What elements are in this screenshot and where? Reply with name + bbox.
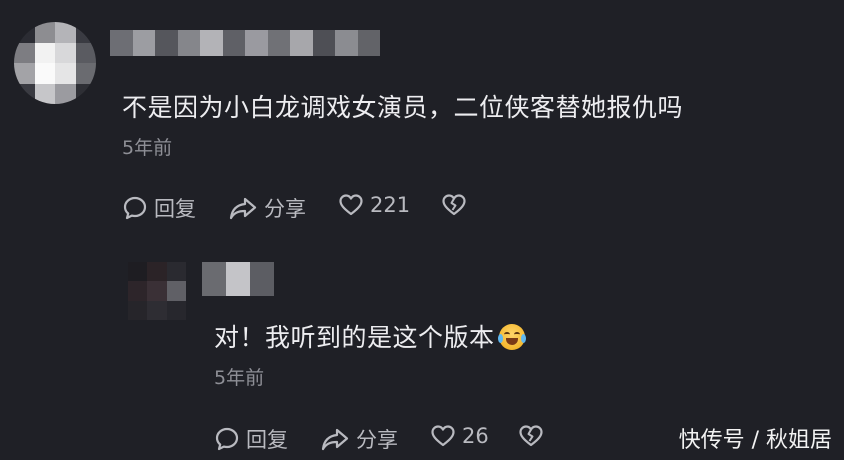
reply-timestamp: 5年前 <box>214 367 265 389</box>
comment-text: 不是因为小白龙调戏女演员，二位侠客替她报仇吗 <box>122 93 684 122</box>
username-pixelated[interactable] <box>110 30 380 56</box>
share-label: 分享 <box>264 197 306 221</box>
reply-avatar-pixelated[interactable] <box>128 262 186 320</box>
share-label: 分享 <box>356 428 398 452</box>
reply-label: 回复 <box>154 197 196 221</box>
share-arrow-icon <box>321 428 349 451</box>
reply-dislike-button[interactable] <box>518 424 544 448</box>
avatar-pixelated[interactable] <box>14 22 96 104</box>
reply-share-button[interactable]: 分享 <box>320 424 398 454</box>
comment-bubble-icon <box>215 427 239 451</box>
reply-text: 对！我听到的是这个版本 <box>214 323 495 352</box>
reply-username-pixelated[interactable] <box>202 262 274 296</box>
like-count: 221 <box>370 193 411 217</box>
reply-reply-button[interactable]: 回复 <box>214 424 288 454</box>
watermark-text: 快传号 / 秋姐居 <box>678 428 832 453</box>
reply-label: 回复 <box>246 428 288 452</box>
crying-laughing-emoji <box>497 324 526 350</box>
like-count: 26 <box>462 424 489 448</box>
dislike-button[interactable] <box>441 193 467 217</box>
comment-timestamp: 5年前 <box>122 137 173 159</box>
share-arrow-icon <box>229 197 257 220</box>
comment-bubble-icon <box>123 196 147 220</box>
reply-button[interactable]: 回复 <box>122 193 196 223</box>
share-button[interactable]: 分享 <box>228 193 306 223</box>
broken-heart-icon <box>442 194 466 216</box>
broken-heart-icon <box>519 425 543 447</box>
reply-like-button[interactable]: 26 <box>430 424 489 448</box>
reply-text-line: 对！我听到的是这个版本 <box>214 318 526 354</box>
like-button[interactable]: 221 <box>338 193 410 217</box>
heart-icon <box>431 425 455 447</box>
heart-icon <box>339 194 363 216</box>
